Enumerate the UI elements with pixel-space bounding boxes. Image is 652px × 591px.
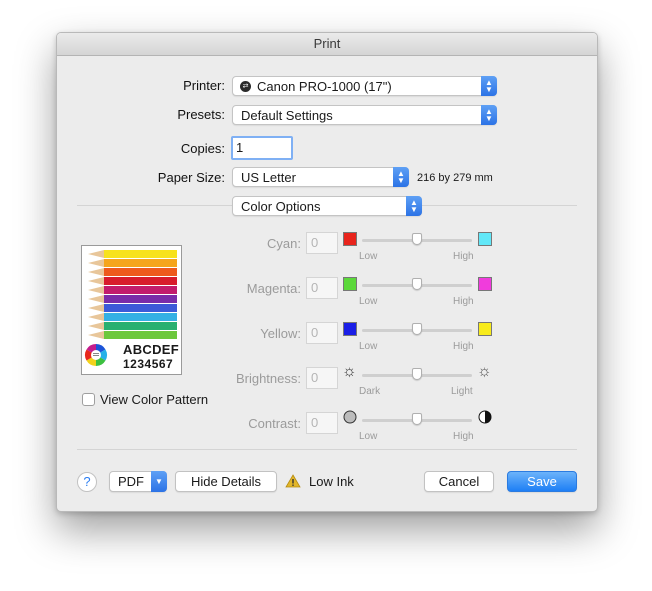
magenta-swatch-icon: [478, 277, 492, 291]
save-button[interactable]: Save: [507, 471, 577, 492]
cyan-value-field[interactable]: 0: [306, 232, 338, 254]
presets-value: Default Settings: [241, 108, 333, 123]
magenta-slider-thumb[interactable]: [412, 278, 422, 290]
magenta-low-label: Low: [359, 296, 378, 307]
magenta-high-label: High: [453, 296, 474, 307]
sun-light-icon: ☼: [477, 363, 492, 380]
brightness-low-label: Dark: [359, 386, 381, 397]
cyan-slider-thumb[interactable]: [412, 233, 422, 245]
contrast-low-icon: [343, 410, 357, 424]
paper-size-value: US Letter: [241, 170, 296, 185]
printer-popup[interactable]: ⇄ Canon PRO-1000 (17") ▲ ▼: [232, 76, 497, 96]
contrast-low-label: Low: [359, 431, 378, 442]
popup-arrows-icon: ▲ ▼: [481, 105, 497, 125]
presets-popup[interactable]: Default Settings ▲ ▼: [232, 105, 497, 125]
window-title: Print: [57, 33, 597, 56]
cyan-label: Cyan:: [267, 236, 301, 251]
yellow-value-field[interactable]: 0: [306, 322, 338, 344]
cyan-swatch-icon: [478, 232, 492, 246]
low-ink-status: Low Ink: [309, 474, 354, 489]
printer-label: Printer:: [183, 78, 225, 93]
printer-value: Canon PRO-1000 (17"): [257, 79, 392, 94]
view-color-pattern-label: View Color Pattern: [100, 392, 209, 407]
yellow-slider-thumb[interactable]: [412, 323, 422, 335]
yellow-low-label: Low: [359, 341, 378, 352]
print-dialog: Print Printer: ⇄ Canon PRO-1000 (17") ▲ ▼…: [56, 32, 598, 512]
help-button[interactable]: ?: [77, 472, 97, 492]
blue-swatch-icon: [343, 322, 357, 336]
yellow-high-label: High: [453, 341, 474, 352]
preview-text-numbers: 1234567: [123, 357, 174, 371]
printer-status-icon: ⇄: [240, 81, 251, 92]
popup-arrows-icon: ▲ ▼: [406, 196, 422, 216]
pdf-label: PDF: [118, 474, 144, 489]
hide-details-button[interactable]: Hide Details: [175, 471, 277, 492]
chevron-down-icon: ▼: [151, 471, 167, 492]
sun-dark-icon: ☼: [342, 363, 357, 380]
cyan-low-label: Low: [359, 251, 378, 262]
popup-arrows-icon: ▲ ▼: [393, 167, 409, 187]
view-color-pattern-checkbox[interactable]: [82, 393, 95, 406]
cyan-high-label: High: [453, 251, 474, 262]
preview-text-letters: ABCDEF: [123, 342, 179, 357]
copies-label: Copies:: [180, 141, 225, 156]
yellow-swatch-icon: [478, 322, 492, 336]
presets-label: Presets:: [177, 107, 225, 122]
brightness-value-field[interactable]: 0: [306, 367, 338, 389]
contrast-slider-thumb[interactable]: [412, 413, 422, 425]
brightness-label: Brightness:: [235, 371, 301, 386]
brightness-slider-thumb[interactable]: [412, 368, 422, 380]
pdf-menu-button[interactable]: PDF ▼: [109, 471, 167, 492]
contrast-high-icon: [478, 410, 492, 424]
magenta-value-field[interactable]: 0: [306, 277, 338, 299]
yellow-label: Yellow:: [260, 326, 301, 341]
cancel-button[interactable]: Cancel: [424, 471, 494, 492]
paper-size-popup[interactable]: US Letter ▲ ▼: [232, 167, 409, 187]
magenta-label: Magenta:: [246, 281, 301, 296]
contrast-label: Contrast:: [248, 416, 301, 431]
paper-dimensions: 216 by 279 mm: [417, 172, 493, 184]
brightness-high-label: Light: [451, 386, 473, 397]
color-preview-image: ABCDEF 1234567: [81, 245, 182, 375]
section-value: Color Options: [241, 199, 321, 214]
popup-arrows-icon: ▲ ▼: [481, 76, 497, 96]
copies-field[interactable]: 1: [231, 136, 293, 160]
section-popup[interactable]: Color Options ▲ ▼: [232, 196, 422, 216]
paper-size-label: Paper Size:: [157, 170, 225, 185]
warning-icon: [285, 474, 301, 488]
red-swatch-icon: [343, 232, 357, 246]
green-swatch-icon: [343, 277, 357, 291]
contrast-high-label: High: [453, 431, 474, 442]
contrast-value-field[interactable]: 0: [306, 412, 338, 434]
